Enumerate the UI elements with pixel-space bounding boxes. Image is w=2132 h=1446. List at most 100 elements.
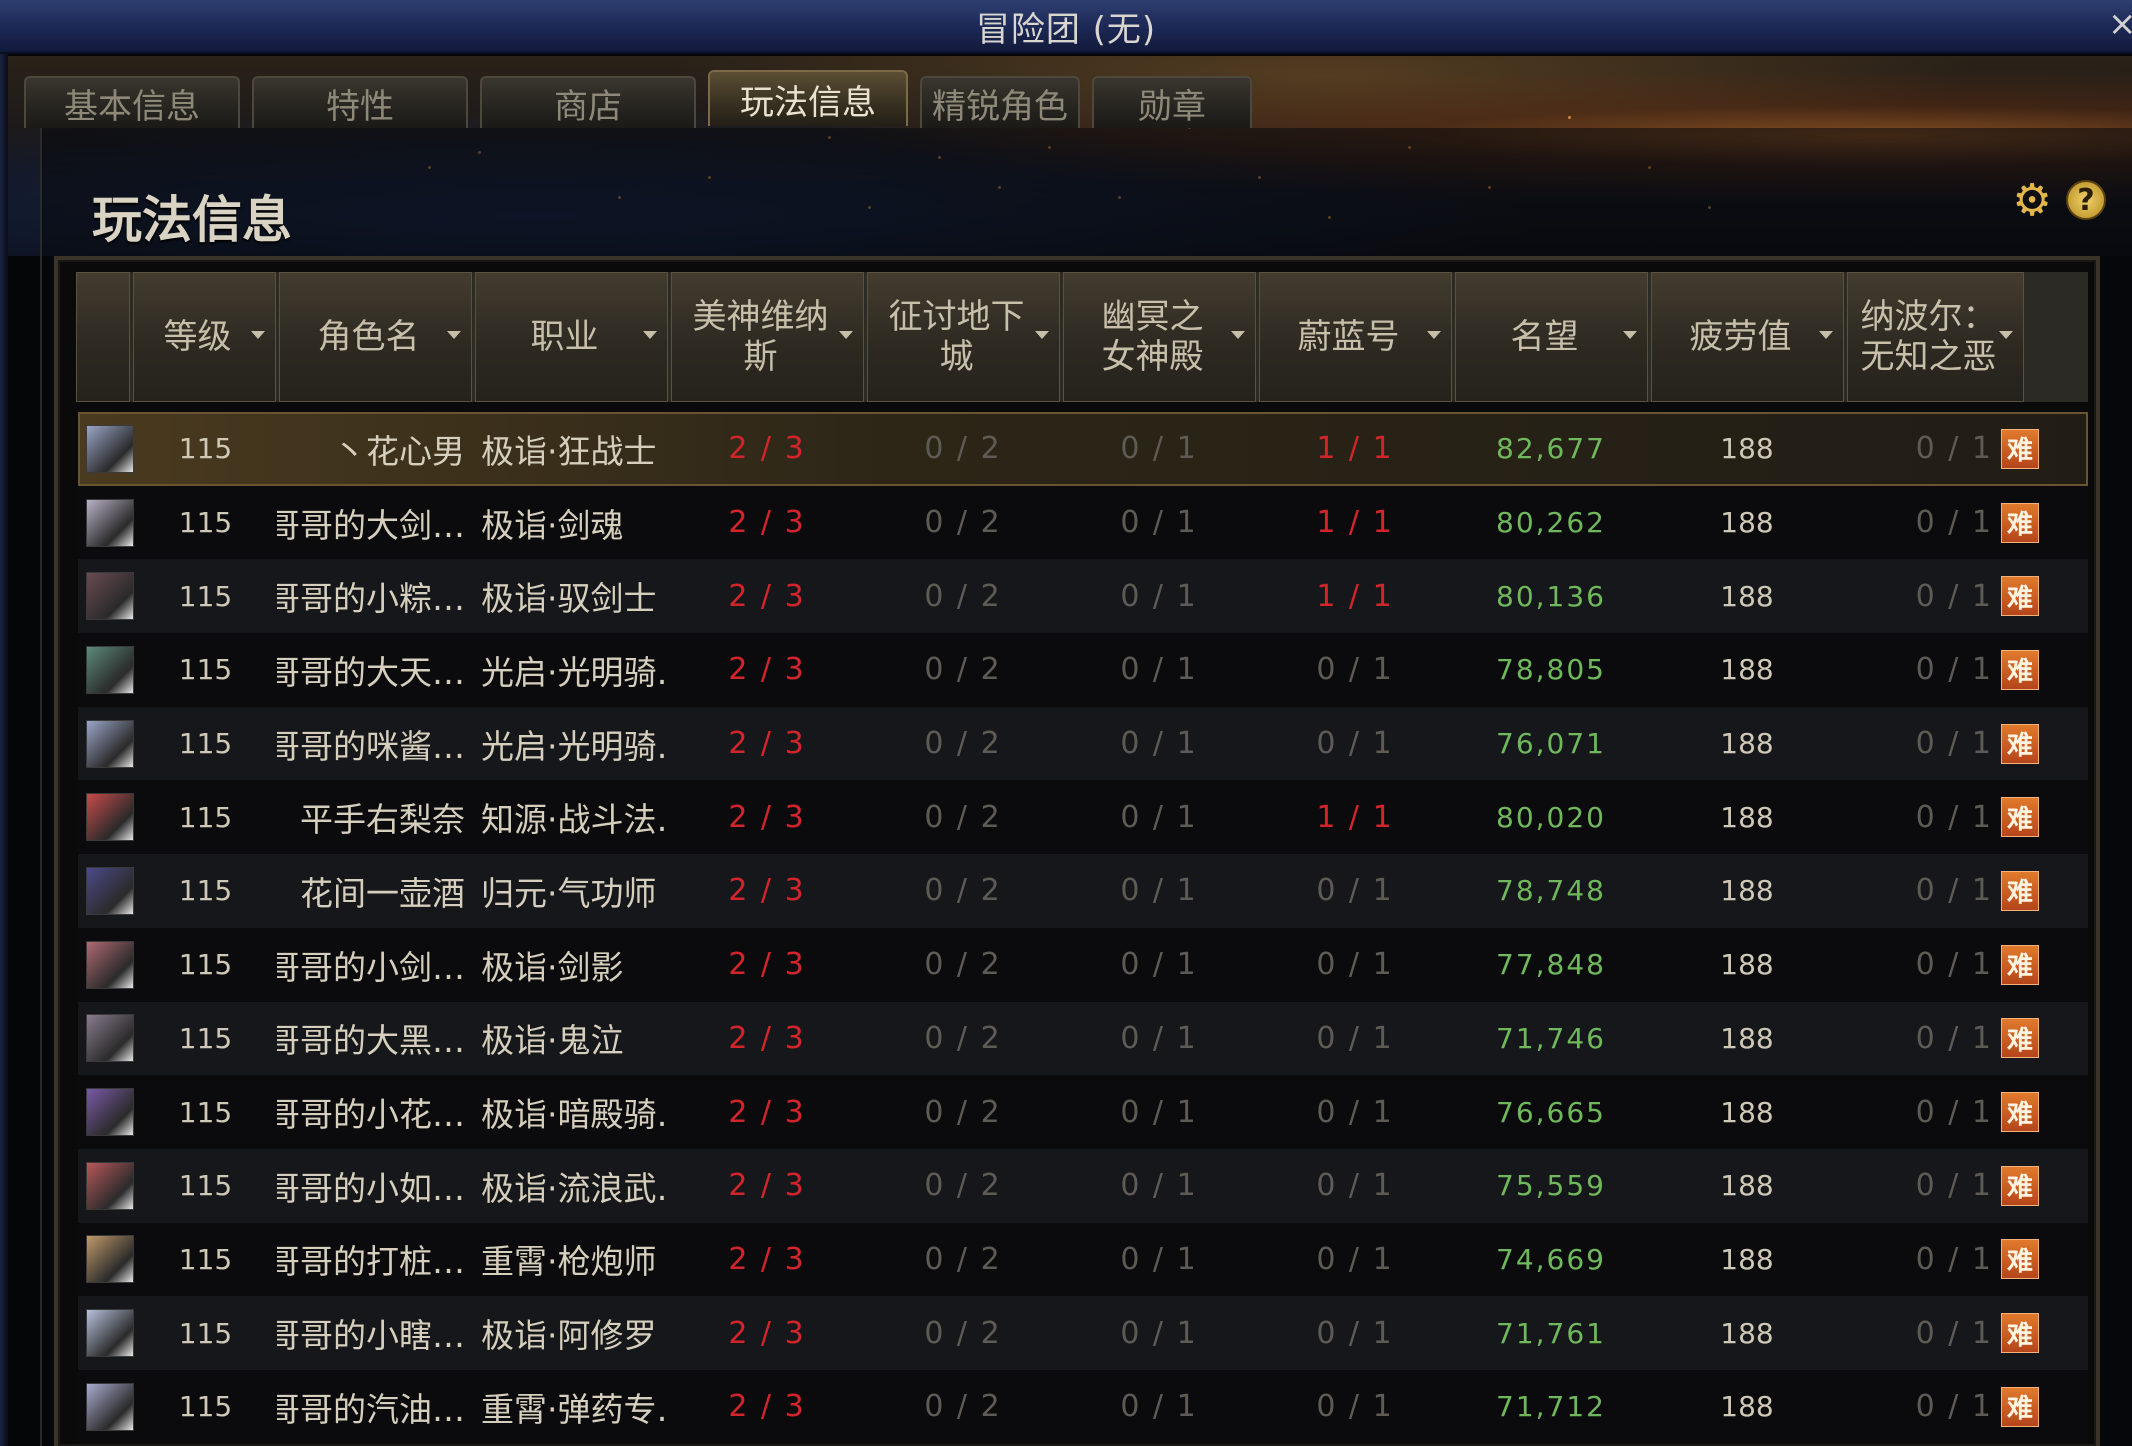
- goddess-progress: 0 / 1: [1120, 1241, 1198, 1277]
- table-row[interactable]: 115 哥哥的小如… 极诣·流浪武… 2 / 3 0 / 2 0 / 1 0 / 1 75,5…: [78, 1148, 2088, 1223]
- table-row[interactable]: 115 哥哥的大黑… 极诣·鬼泣 2 / 3 0 / 2 0 / 1 0 / 1 71,746…: [78, 1001, 2088, 1076]
- tab-1[interactable]: 特性: [252, 76, 468, 128]
- difficulty-badge[interactable]: 难: [2001, 1386, 2039, 1427]
- difficulty-badge[interactable]: 难: [2001, 1239, 2039, 1280]
- column-header-label: 疲劳值: [1689, 317, 1792, 357]
- avatar-cell: [78, 559, 134, 633]
- column-header-goddess[interactable]: 幽冥之 女神殿: [1063, 272, 1256, 402]
- table-row[interactable]: 115 哥哥的大剑… 极诣·剑魂 2 / 3 0 / 2 0 / 1 1 / 1 80,262…: [78, 485, 2088, 560]
- sort-arrow-icon[interactable]: [1623, 331, 1637, 339]
- difficulty-badge[interactable]: 难: [2001, 723, 2039, 764]
- character-name: 哥哥的小如…: [277, 1168, 465, 1208]
- sort-arrow-icon[interactable]: [839, 331, 853, 339]
- sort-arrow-icon[interactable]: [251, 331, 265, 339]
- column-header-fame[interactable]: 名望: [1455, 272, 1648, 402]
- difficulty-badge[interactable]: 难: [2001, 1165, 2039, 1206]
- avatar: [86, 719, 134, 768]
- character-name: 哥哥的小花…: [277, 1095, 465, 1135]
- sort-arrow-icon[interactable]: [643, 331, 657, 339]
- table-row[interactable]: 115 平手右梨奈 知源·战斗法… 2 / 3 0 / 2 0 / 1 1 / 1 80,02…: [78, 780, 2088, 855]
- job-name: 极诣·暗殿骑…: [481, 1095, 669, 1135]
- sort-arrow-icon[interactable]: [447, 331, 461, 339]
- level-value: 115: [178, 800, 233, 834]
- table-row[interactable]: 115 哥哥的小瞎… 极诣·阿修罗 2 / 3 0 / 2 0 / 1 0 / 1 71,76…: [78, 1296, 2088, 1370]
- level-value: 115: [178, 432, 233, 466]
- job-name: 极诣·阿修罗: [481, 1316, 657, 1356]
- window-title: 冒险团 (无): [975, 9, 1157, 50]
- difficulty-badge[interactable]: 难: [2001, 502, 2039, 543]
- nabor-cell: 0 / 1难: [1845, 928, 2045, 1002]
- nabor-progress: 0 / 1: [1915, 1168, 1993, 1204]
- sort-arrow-icon[interactable]: [1999, 331, 2013, 339]
- job-name: 极诣·流浪武…: [481, 1168, 669, 1208]
- venus-progress: 2 / 3: [728, 1389, 806, 1425]
- table-row[interactable]: 115 哥哥的咪酱… 光启·光明骑… 2 / 3 0 / 2 0 / 1 0 / 1 76,0…: [78, 706, 2088, 781]
- nabor-progress: 0 / 1: [1915, 652, 1993, 688]
- table-row[interactable]: 115 哥哥的小花… 极诣·暗殿骑… 2 / 3 0 / 2 0 / 1 0 / 1 76,6…: [78, 1075, 2088, 1149]
- goddess-progress: 0 / 1: [1120, 578, 1198, 614]
- difficulty-badge[interactable]: 难: [2001, 797, 2039, 838]
- nabor-cell: 0 / 1难: [1845, 412, 2045, 486]
- table-header: 等级 角色名 职业 美神维纳 斯征讨地下 城幽冥之 女神殿 蔚蓝号 名望 疲劳值 纳波尔： 无…: [76, 272, 2088, 402]
- column-header-job[interactable]: 职业: [475, 272, 668, 402]
- close-icon[interactable]: ×: [2108, 6, 2132, 42]
- sort-arrow-icon[interactable]: [1427, 331, 1441, 339]
- fatigue-value: 188: [1720, 506, 1774, 540]
- sort-arrow-icon[interactable]: [1231, 331, 1245, 339]
- column-header-nabor[interactable]: 纳波尔： 无知之恶: [1847, 272, 2024, 402]
- column-header-fatigue[interactable]: 疲劳值: [1651, 272, 1844, 402]
- column-header-level[interactable]: 等级: [133, 272, 276, 402]
- expedition-progress: 0 / 2: [924, 1389, 1002, 1425]
- table-row[interactable]: 115 花间一壶酒 归元·气功师 2 / 3 0 / 2 0 / 1 0 / 1 78,748…: [78, 854, 2088, 928]
- column-header-name[interactable]: 角色名: [279, 272, 472, 402]
- goddess-progress: 0 / 1: [1120, 1389, 1198, 1425]
- venus-progress: 2 / 3: [728, 1168, 806, 1204]
- sort-arrow-icon[interactable]: [1035, 331, 1049, 339]
- difficulty-badge[interactable]: 难: [2001, 1018, 2039, 1059]
- tab-4[interactable]: 精锐角色: [920, 76, 1080, 128]
- venus-progress: 2 / 3: [728, 431, 806, 467]
- character-name: 哥哥的小瞎…: [277, 1316, 465, 1356]
- table-row[interactable]: 115 哥哥的小剑… 极诣·剑影 2 / 3 0 / 2 0 / 1 0 / 1 77,848…: [78, 927, 2088, 1002]
- help-icon[interactable]: ?: [2066, 180, 2106, 220]
- fame-value: 76,665: [1496, 1095, 1606, 1129]
- column-header-venus[interactable]: 美神维纳 斯: [671, 272, 864, 402]
- expedition-progress: 0 / 2: [924, 431, 1002, 467]
- tab-5[interactable]: 勋章: [1092, 76, 1252, 128]
- difficulty-badge[interactable]: 难: [2001, 870, 2039, 911]
- difficulty-badge[interactable]: 难: [2001, 649, 2039, 690]
- goddess-progress: 0 / 1: [1120, 505, 1198, 541]
- expedition-progress: 0 / 2: [924, 726, 1002, 762]
- tab-3[interactable]: 玩法信息: [708, 70, 908, 126]
- table-row[interactable]: 115 哥哥的打桩… 重霄·枪炮师 2 / 3 0 / 2 0 / 1 0 / 1 74,66…: [78, 1222, 2088, 1297]
- fame-value: 74,669: [1496, 1242, 1606, 1276]
- nabor-cell: 0 / 1难: [1845, 1002, 2045, 1076]
- column-header-label: 征讨地下 城: [888, 297, 1025, 377]
- tab-2[interactable]: 商店: [480, 76, 696, 128]
- difficulty-badge[interactable]: 难: [2001, 428, 2039, 469]
- nabor-cell: 0 / 1难: [1845, 633, 2045, 707]
- nabor-cell: 0 / 1难: [1845, 1149, 2045, 1223]
- tab-bar: 基本信息 特性 商店 玩法信息 精锐角色 勋章: [24, 70, 1252, 128]
- table-row[interactable]: 115 哥哥的汽油… 重霄·弹药专… 2 / 3 0 / 2 0 / 1 0 / 1 71,7…: [78, 1369, 2088, 1444]
- character-name: 哥哥的大剑…: [277, 505, 465, 545]
- azure-progress: 1 / 1: [1316, 799, 1394, 835]
- difficulty-badge[interactable]: 难: [2001, 1313, 2039, 1354]
- table-row[interactable]: 115 哥哥的小粽… 极诣·驭剑士 2 / 3 0 / 2 0 / 1 1 / 1 80,13…: [78, 559, 2088, 634]
- tab-0[interactable]: 基本信息: [24, 76, 240, 128]
- job-name: 知源·战斗法…: [481, 800, 669, 840]
- table-row[interactable]: 115 哥哥的大天… 光启·光明骑… 2 / 3 0 / 2 0 / 1 0 / 1 78,8…: [78, 633, 2088, 707]
- difficulty-badge[interactable]: 难: [2001, 576, 2039, 617]
- avatar-cell: [78, 1296, 134, 1370]
- venus-progress: 2 / 3: [728, 1020, 806, 1056]
- fame-value: 80,020: [1496, 800, 1606, 834]
- table-row[interactable]: 115 丶花心男 极诣·狂战士 2 / 3 0 / 2 0 / 1 1 / 1 82,677 1…: [78, 412, 2088, 486]
- sort-arrow-icon[interactable]: [1819, 331, 1833, 339]
- column-header-label: 幽冥之 女神殿: [1101, 297, 1204, 377]
- gear-icon[interactable]: ⚙: [2012, 175, 2052, 226]
- column-header-label: 纳波尔： 无知之恶: [1860, 297, 1997, 377]
- difficulty-badge[interactable]: 难: [2001, 944, 2039, 985]
- column-header-expedition[interactable]: 征讨地下 城: [867, 272, 1060, 402]
- difficulty-badge[interactable]: 难: [2001, 1092, 2039, 1133]
- column-header-azure[interactable]: 蔚蓝号: [1259, 272, 1452, 402]
